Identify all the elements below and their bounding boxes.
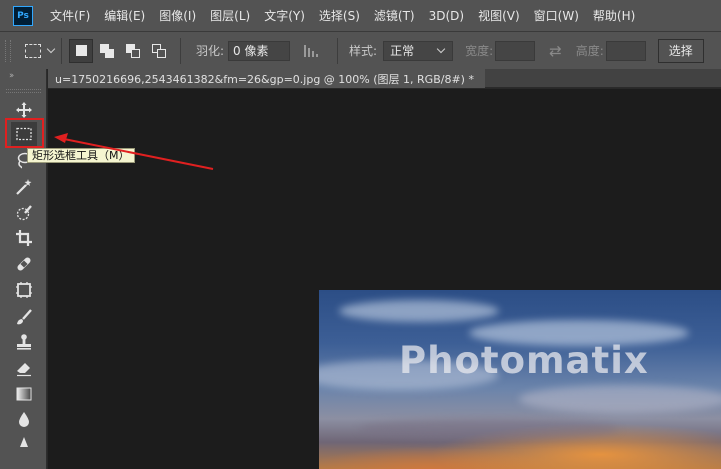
- document-tab[interactable]: u=1750216696,2543461382&fm=26&gp=0.jpg @…: [48, 69, 485, 88]
- document-tab-title: u=1750216696,2543461382&fm=26&gp=0.jpg @…: [55, 72, 474, 86]
- options-bar: 羽化: 0 像素 样式: 正常 宽度: ⇄ 高度: 选择: [0, 31, 721, 69]
- move-icon: [16, 102, 32, 118]
- chevron-down-icon: [436, 44, 446, 54]
- select-and-mask-button[interactable]: 选择: [657, 38, 704, 63]
- new-selection-button[interactable]: [69, 38, 93, 63]
- options-bar-grip[interactable]: [5, 39, 11, 62]
- menu-filter[interactable]: 滤镜(T): [374, 7, 415, 24]
- menu-select[interactable]: 选择(S): [319, 7, 360, 24]
- menu-type[interactable]: 文字(Y): [264, 7, 305, 24]
- document-tab-bar: u=1750216696,2543461382&fm=26&gp=0.jpg @…: [48, 69, 721, 88]
- stamp-icon: [17, 334, 31, 350]
- divider: [61, 37, 62, 64]
- crop-tool[interactable]: [11, 226, 37, 250]
- height-input[interactable]: [605, 40, 646, 61]
- width-label: 宽度:: [465, 44, 494, 58]
- menu-help[interactable]: 帮助(H): [593, 7, 635, 24]
- document-image[interactable]: Photomatix: [319, 290, 721, 469]
- divider: [180, 37, 181, 64]
- style-label: 样式:: [349, 44, 378, 58]
- blur-tool[interactable]: [11, 407, 37, 431]
- eraser-icon: [17, 363, 31, 377]
- bandage-icon: [17, 257, 31, 271]
- photoshop-logo: Ps: [13, 5, 33, 26]
- style-select-value: 正常: [390, 44, 415, 58]
- cloud: [519, 385, 721, 413]
- magic-wand-icon: [16, 179, 32, 195]
- brush-tool[interactable]: [11, 305, 37, 329]
- menu-edit[interactable]: 编辑(E): [104, 7, 145, 24]
- tool-preset-picker[interactable]: [25, 43, 56, 58]
- quick-selection-tool[interactable]: [11, 201, 37, 225]
- gradient-icon: [16, 387, 32, 401]
- dodge-tool[interactable]: [11, 431, 37, 455]
- chevron-down-icon: [46, 44, 56, 54]
- collapse-icon[interactable]: ››: [9, 71, 14, 81]
- clone-stamp-tool[interactable]: [11, 330, 37, 354]
- dodge-icon: [20, 437, 28, 447]
- height-label: 高度:: [575, 44, 604, 58]
- menu-view[interactable]: 视图(V): [478, 7, 520, 24]
- anti-alias-icon[interactable]: [304, 44, 320, 57]
- quick-selection-icon: [16, 205, 32, 221]
- menu-layer[interactable]: 图层(L): [210, 7, 250, 24]
- add-to-selection-button[interactable]: [95, 39, 119, 63]
- width-input[interactable]: [495, 40, 536, 61]
- drop-icon: [19, 412, 29, 427]
- tools-panel-grip[interactable]: [6, 89, 41, 93]
- intersect-selection-icon: [152, 43, 166, 58]
- eraser-tool[interactable]: [11, 356, 37, 380]
- frame-tool[interactable]: [11, 278, 37, 302]
- add-selection-icon: [100, 43, 114, 58]
- tool-highlight-box: [5, 118, 44, 148]
- subtract-from-selection-button[interactable]: [121, 39, 145, 63]
- gradient-tool[interactable]: [11, 382, 37, 406]
- style-select[interactable]: 正常: [383, 40, 454, 61]
- swap-icon[interactable]: ⇄: [549, 42, 562, 60]
- tool-tooltip: 矩形选框工具（M）: [27, 148, 135, 163]
- menu-bar: Ps 文件(F) 编辑(E) 图像(I) 图层(L) 文字(Y) 选择(S) 滤…: [0, 0, 721, 31]
- cloud: [339, 300, 499, 322]
- brush-icon: [17, 309, 32, 325]
- feather-input[interactable]: 0 像素: [228, 40, 291, 61]
- menu-file[interactable]: 文件(F): [50, 7, 90, 24]
- menu-window[interactable]: 窗口(W): [534, 7, 579, 24]
- rectangular-marquee-icon: [25, 43, 41, 58]
- feather-label: 羽化:: [196, 44, 225, 58]
- watermark-text: Photomatix: [399, 339, 649, 382]
- new-selection-icon: [75, 45, 87, 56]
- frame-icon: [16, 282, 32, 298]
- close-icon[interactable]: ×: [484, 72, 485, 85]
- divider: [337, 37, 339, 64]
- canvas-area[interactable]: Photomatix: [48, 89, 721, 469]
- crop-icon: [16, 230, 32, 246]
- magic-wand-tool[interactable]: [11, 175, 37, 199]
- healing-brush-tool[interactable]: [11, 252, 37, 276]
- menu-image[interactable]: 图像(I): [159, 7, 196, 24]
- cloud: [359, 418, 619, 440]
- menu-3d[interactable]: 3D(D): [429, 9, 464, 23]
- subtract-selection-icon: [126, 43, 140, 58]
- intersect-selection-button[interactable]: [147, 39, 171, 63]
